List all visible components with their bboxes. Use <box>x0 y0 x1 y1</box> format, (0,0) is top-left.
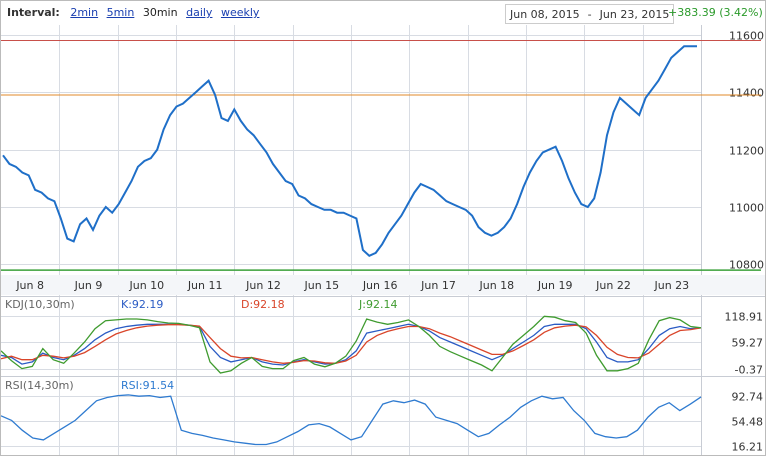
rsi-tick-label: 54.48 <box>732 416 764 429</box>
interval-5min[interactable]: 5min <box>107 6 135 19</box>
date-tick-label: Jun 17 <box>420 279 456 292</box>
interval-label: Interval: <box>7 6 60 19</box>
price-tick-label: 11000 <box>729 202 764 215</box>
date-range: Jun 08, 2015 - Jun 23, 2015 <box>505 4 675 24</box>
toolbar: Interval: 2min 5min 30min daily weekly J… <box>1 1 765 25</box>
date-tick-label: Jun 11 <box>187 279 223 292</box>
rsi-legend: RSI:91.54 <box>121 379 174 392</box>
date-tick-label: Jun 22 <box>595 279 631 292</box>
date-to-field[interactable]: Jun 23, 2015 <box>596 8 674 21</box>
rsi-panel-label: RSI(14,30m) <box>5 379 74 392</box>
date-tick-label: Jun 12 <box>245 279 281 292</box>
rsi-tick-label: 92.74 <box>732 391 764 404</box>
kdj-d-legend: D:92.18 <box>241 298 285 311</box>
chart-canvas: 1080011000112001140011600Jun 8 Jun 9 Jun 1… <box>1 25 765 455</box>
price-tick-label: 11200 <box>729 145 764 158</box>
rsi-tick-label: 16.21 <box>732 441 764 454</box>
interval-30min[interactable]: 30min <box>143 6 178 19</box>
interval-daily[interactable]: daily <box>186 6 212 19</box>
kdj-tick-label: 59.27 <box>732 337 764 350</box>
kdj-j-legend: J:92.14 <box>358 298 397 311</box>
date-tick-label: Jun 8 <box>15 279 44 292</box>
kdj-tick-label: 118.91 <box>725 311 764 324</box>
date-tick-label: Jun 16 <box>362 279 398 292</box>
price-change: +383.39 (3.42%) <box>668 6 763 19</box>
kdj-panel-label: KDJ(10,30m) <box>5 298 75 311</box>
date-tick-label: Jun 15 <box>303 279 339 292</box>
chart-widget: Interval: 2min 5min 30min daily weekly J… <box>0 0 766 456</box>
date-tick-label: Jun 18 <box>478 279 514 292</box>
date-tick-label: Jun 10 <box>128 279 164 292</box>
date-separator: - <box>587 7 592 21</box>
interval-selector: Interval: 2min 5min 30min daily weekly <box>7 6 264 19</box>
interval-2min[interactable]: 2min <box>70 6 98 19</box>
interval-weekly[interactable]: weekly <box>221 6 259 19</box>
date-tick-label: Jun 23 <box>653 279 689 292</box>
date-from-field[interactable]: Jun 08, 2015 <box>506 8 584 21</box>
kdj-tick-label: -0.37 <box>735 364 763 377</box>
price-tick-label: 11400 <box>729 87 764 100</box>
date-tick-label: Jun 9 <box>74 279 103 292</box>
kdj-k-legend: K:92.19 <box>121 298 163 311</box>
date-tick-label: Jun 19 <box>537 279 573 292</box>
